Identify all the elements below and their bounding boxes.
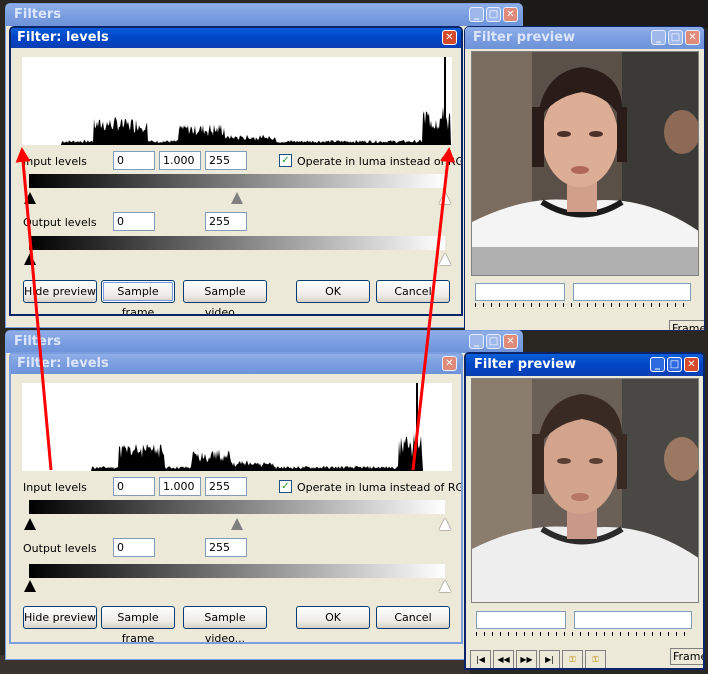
top-histogram bbox=[22, 57, 452, 145]
top-output-white-handle[interactable] bbox=[439, 253, 451, 265]
top-output-gradient bbox=[29, 236, 445, 250]
bottom-sample-video-button[interactable]: Sample video... bbox=[183, 606, 267, 642]
minimize-icon[interactable]: _ bbox=[469, 334, 484, 349]
bottom-frame-label: Frame bbox=[670, 648, 703, 665]
top-levels-title: Filter: levels bbox=[17, 30, 109, 45]
bottom-hide-preview-button[interactable]: Hide preview bbox=[23, 606, 97, 629]
top-cancel-button[interactable]: Cancel bbox=[376, 280, 450, 303]
top-luma-label: Operate in luma instead of RGB bbox=[297, 155, 463, 168]
top-output-levels-label: Output levels bbox=[23, 216, 97, 229]
top-input-levels-label: Input levels bbox=[23, 155, 87, 168]
close-icon[interactable]: ✕ bbox=[503, 7, 518, 22]
bottom-input-gamma-field[interactable]: 1.000 bbox=[159, 477, 201, 496]
prev-key-icon[interactable]: ◀◀ bbox=[493, 650, 514, 668]
top-input-high-field[interactable]: 255 bbox=[205, 151, 247, 170]
bottom-output-high-field[interactable]: 255 bbox=[205, 538, 247, 557]
top-sample-frame-button[interactable]: Sample frame bbox=[101, 280, 175, 314]
bottom-input-low-field[interactable]: 0 bbox=[113, 477, 155, 496]
bottom-output-white-handle[interactable] bbox=[439, 580, 451, 592]
maximize-icon[interactable]: □ bbox=[668, 30, 683, 45]
bottom-preview-titlebar[interactable]: Filter preview _ □ ✕ bbox=[466, 354, 703, 376]
top-output-black-handle[interactable] bbox=[24, 253, 36, 265]
bottom-cancel-button[interactable]: Cancel bbox=[376, 606, 450, 629]
top-frame-label: Frame bbox=[669, 320, 704, 330]
bottom-position-slider-left[interactable] bbox=[476, 611, 566, 629]
minimize-icon[interactable]: _ bbox=[650, 357, 665, 372]
top-input-gamma-field[interactable]: 1.000 bbox=[159, 151, 201, 170]
bottom-histogram bbox=[22, 383, 452, 471]
start-icon[interactable]: |◀ bbox=[470, 650, 491, 668]
bottom-filters-title: Filters bbox=[14, 334, 61, 349]
top-hide-preview-button[interactable]: Hide preview bbox=[23, 280, 97, 303]
close-icon[interactable]: ✕ bbox=[442, 30, 457, 45]
end-icon[interactable]: ▶| bbox=[539, 650, 560, 668]
background-video-strip bbox=[520, 0, 708, 28]
top-preview-image bbox=[471, 51, 699, 276]
bottom-input-levels-label: Input levels bbox=[23, 481, 87, 494]
bottom-output-levels-label: Output levels bbox=[23, 542, 97, 555]
top-input-gamma-handle[interactable] bbox=[231, 192, 243, 204]
top-position-slider-right[interactable] bbox=[573, 283, 691, 301]
bottom-ok-button[interactable]: OK bbox=[296, 606, 370, 629]
top-input-low-field[interactable]: 0 bbox=[113, 151, 155, 170]
maximize-icon[interactable]: □ bbox=[486, 7, 501, 22]
top-preview-window: Filter preview _ □ ✕ Frame bbox=[464, 26, 705, 331]
close-icon[interactable]: ✕ bbox=[503, 334, 518, 349]
bottom-input-high-field[interactable]: 255 bbox=[205, 477, 247, 496]
close-icon[interactable]: ✕ bbox=[442, 356, 457, 371]
top-filters-title: Filters bbox=[14, 7, 61, 22]
bottom-preview-window: Filter preview _ □ ✕ |◀ ◀◀ ▶▶ ▶| ⚿ ⚿ Fra… bbox=[464, 352, 705, 670]
bottom-filters-titlebar[interactable]: Filters _ □ ✕ bbox=[6, 331, 522, 353]
minimize-icon[interactable]: _ bbox=[469, 7, 484, 22]
bottom-preview-image bbox=[471, 378, 699, 603]
bottom-levels-dialog: Filter: levels ✕ Input levels 0 1.000 25… bbox=[9, 352, 463, 644]
top-levels-dialog: Filter: levels ✕ Input levels 0 1.000 25… bbox=[9, 26, 463, 316]
top-preview-titlebar[interactable]: Filter preview _ □ ✕ bbox=[465, 27, 704, 49]
top-luma-checkbox[interactable]: ✓ bbox=[279, 154, 292, 167]
key-next-icon[interactable]: ⚿ bbox=[585, 650, 606, 668]
bottom-sample-frame-button[interactable]: Sample frame bbox=[101, 606, 175, 642]
bottom-position-slider-right[interactable] bbox=[574, 611, 692, 629]
maximize-icon[interactable]: □ bbox=[667, 357, 682, 372]
bottom-input-gamma-handle[interactable] bbox=[231, 518, 243, 530]
top-output-low-field[interactable]: 0 bbox=[113, 212, 155, 231]
bottom-input-gradient bbox=[29, 500, 445, 514]
bottom-output-black-handle[interactable] bbox=[24, 580, 36, 592]
top-input-gradient bbox=[29, 174, 445, 188]
bottom-luma-checkbox[interactable]: ✓ bbox=[279, 480, 292, 493]
top-ok-button[interactable]: OK bbox=[296, 280, 370, 303]
bottom-luma-label: Operate in luma instead of RGB bbox=[297, 481, 463, 494]
maximize-icon[interactable]: □ bbox=[486, 334, 501, 349]
minimize-icon[interactable]: _ bbox=[651, 30, 666, 45]
bottom-input-black-handle[interactable] bbox=[24, 518, 36, 530]
top-input-white-handle[interactable] bbox=[439, 192, 451, 204]
close-icon[interactable]: ✕ bbox=[685, 30, 700, 45]
top-filters-titlebar[interactable]: Filters _ □ ✕ bbox=[6, 4, 522, 26]
bottom-preview-title: Filter preview bbox=[474, 357, 577, 372]
close-icon[interactable]: ✕ bbox=[684, 357, 699, 372]
bottom-output-gradient bbox=[29, 564, 445, 578]
top-position-slider-left[interactable] bbox=[475, 283, 565, 301]
key-prev-icon[interactable]: ⚿ bbox=[562, 650, 583, 668]
bottom-levels-title: Filter: levels bbox=[17, 356, 109, 371]
bottom-output-low-field[interactable]: 0 bbox=[113, 538, 155, 557]
top-input-black-handle[interactable] bbox=[24, 192, 36, 204]
top-levels-titlebar[interactable]: Filter: levels ✕ bbox=[11, 28, 461, 48]
top-output-high-field[interactable]: 255 bbox=[205, 212, 247, 231]
top-position-ticks bbox=[475, 303, 691, 307]
top-sample-video-button[interactable]: Sample video... bbox=[183, 280, 267, 314]
top-preview-title: Filter preview bbox=[473, 30, 576, 45]
bottom-position-ticks bbox=[476, 632, 692, 636]
bottom-input-white-handle[interactable] bbox=[439, 518, 451, 530]
bottom-levels-titlebar[interactable]: Filter: levels ✕ bbox=[11, 354, 461, 374]
next-key-icon[interactable]: ▶▶ bbox=[516, 650, 537, 668]
